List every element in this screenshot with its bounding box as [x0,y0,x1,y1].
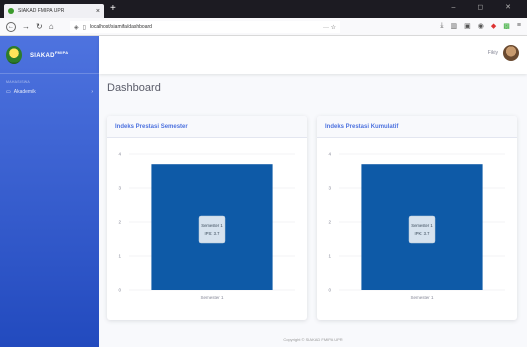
url-actions[interactable]: ··· ☆ [323,24,336,31]
tooltip-title: Semester 1 [411,223,433,228]
browser-toolbar: ⤓ ▥ ▣ ◉ ◆ ▩ ≡ [440,22,521,30]
home-icon[interactable]: ⌂ [49,22,54,32]
card-title: Indeks Prestasi Kumulatif [317,116,517,138]
y-tick-label: 3 [328,186,331,191]
sidebar-item-akademik[interactable]: ▭ Akademik › [0,86,99,98]
browser-tab[interactable]: SIAKAD FMIPA UPR × [4,4,104,18]
address-bar[interactable]: ◈ ▯ localhost/siamifa/dashboard ··· ☆ [70,21,340,33]
download-icon[interactable]: ⤓ [440,22,443,30]
topbar: Fikiy [99,36,527,74]
tab-title: SIAKAD FMIPA UPR [18,8,65,14]
y-tick-label: 3 [118,186,121,191]
new-tab-button[interactable]: + [110,3,116,14]
ips-card: Indeks Prestasi Semester 0 1 2 3 4 Semester 1… [107,116,307,320]
tooltip-value: IPK: 3.7 [415,231,431,236]
shield-icon: ◈ [74,24,79,31]
extension-icon[interactable]: ▩ [503,22,510,30]
y-tick-label: 4 [118,152,121,157]
reload-icon[interactable]: ↻ [36,22,43,32]
tab-close-icon[interactable]: × [96,8,104,15]
card-title: Indeks Prestasi Semester [107,116,307,138]
page-icon: ▯ [82,24,86,31]
extension-shield-icon[interactable]: ◆ [491,22,496,30]
browser-nav-bar: ← → ↻ ⌂ ◈ ▯ localhost/siamifa/dashboard … [0,18,527,36]
avatar [503,45,519,61]
forward-icon[interactable]: → [22,22,30,32]
y-tick-label: 4 [328,152,331,157]
sidebar-heading: MAHASISWA [6,80,30,84]
user-name: Fikiy [487,50,498,56]
browser-tab-bar: SIAKAD FMIPA UPR × + – ◻ ✕ [0,0,527,18]
sidebar-item-label: Akademik [13,89,36,95]
tooltip-value: IPS: 3.7 [205,231,221,236]
y-tick-label: 0 [118,288,121,293]
ipk-card: Indeks Prestasi Kumulatif 0 1 2 3 4 Semester … [317,116,517,320]
menu-icon[interactable]: ≡ [517,22,521,30]
university-logo-icon [6,45,22,64]
sidebar-brand[interactable]: SIAKADFMIPA [0,36,99,74]
brand-text: SIAKADFMIPA [30,50,69,59]
window-controls[interactable]: – ◻ ✕ [452,3,521,11]
back-icon[interactable]: ← [6,21,16,32]
tooltip-box [408,215,436,244]
tooltip-box [198,215,226,244]
x-tick-label: Semester 1 [200,295,224,300]
chevron-right-icon: › [91,89,93,95]
sidebar: SIAKADFMIPA MAHASISWA ▭ Akademik › [0,36,99,347]
tooltip-title: Semester 1 [201,223,223,228]
folder-icon: ▭ [6,89,11,95]
url-text: localhost/siamifa/dashboard [89,24,152,30]
y-tick-label: 2 [328,220,331,225]
page-title: Dashboard [107,82,161,94]
y-tick-label: 0 [328,288,331,293]
user-menu[interactable]: Fikiy [488,45,519,61]
x-tick-label: Semester 1 [410,295,434,300]
favicon-icon [8,8,14,14]
account-icon[interactable]: ◉ [478,22,484,30]
ipk-bar-chart: 0 1 2 3 4 Semester 1 Semester 1 IPK: 3.7 [328,152,505,300]
y-tick-label: 2 [118,220,121,225]
ips-bar-chart: 0 1 2 3 4 Semester 1 Semester 1 IPS: 3.7 [118,152,295,300]
y-tick-label: 1 [118,254,121,259]
footer-text: Copyright © SIAKAD FMIPA UPR [283,337,343,342]
library-icon[interactable]: ▥ [451,22,458,30]
y-tick-label: 1 [328,254,331,259]
sidebar-toggle-icon[interactable]: ▣ [464,22,471,30]
